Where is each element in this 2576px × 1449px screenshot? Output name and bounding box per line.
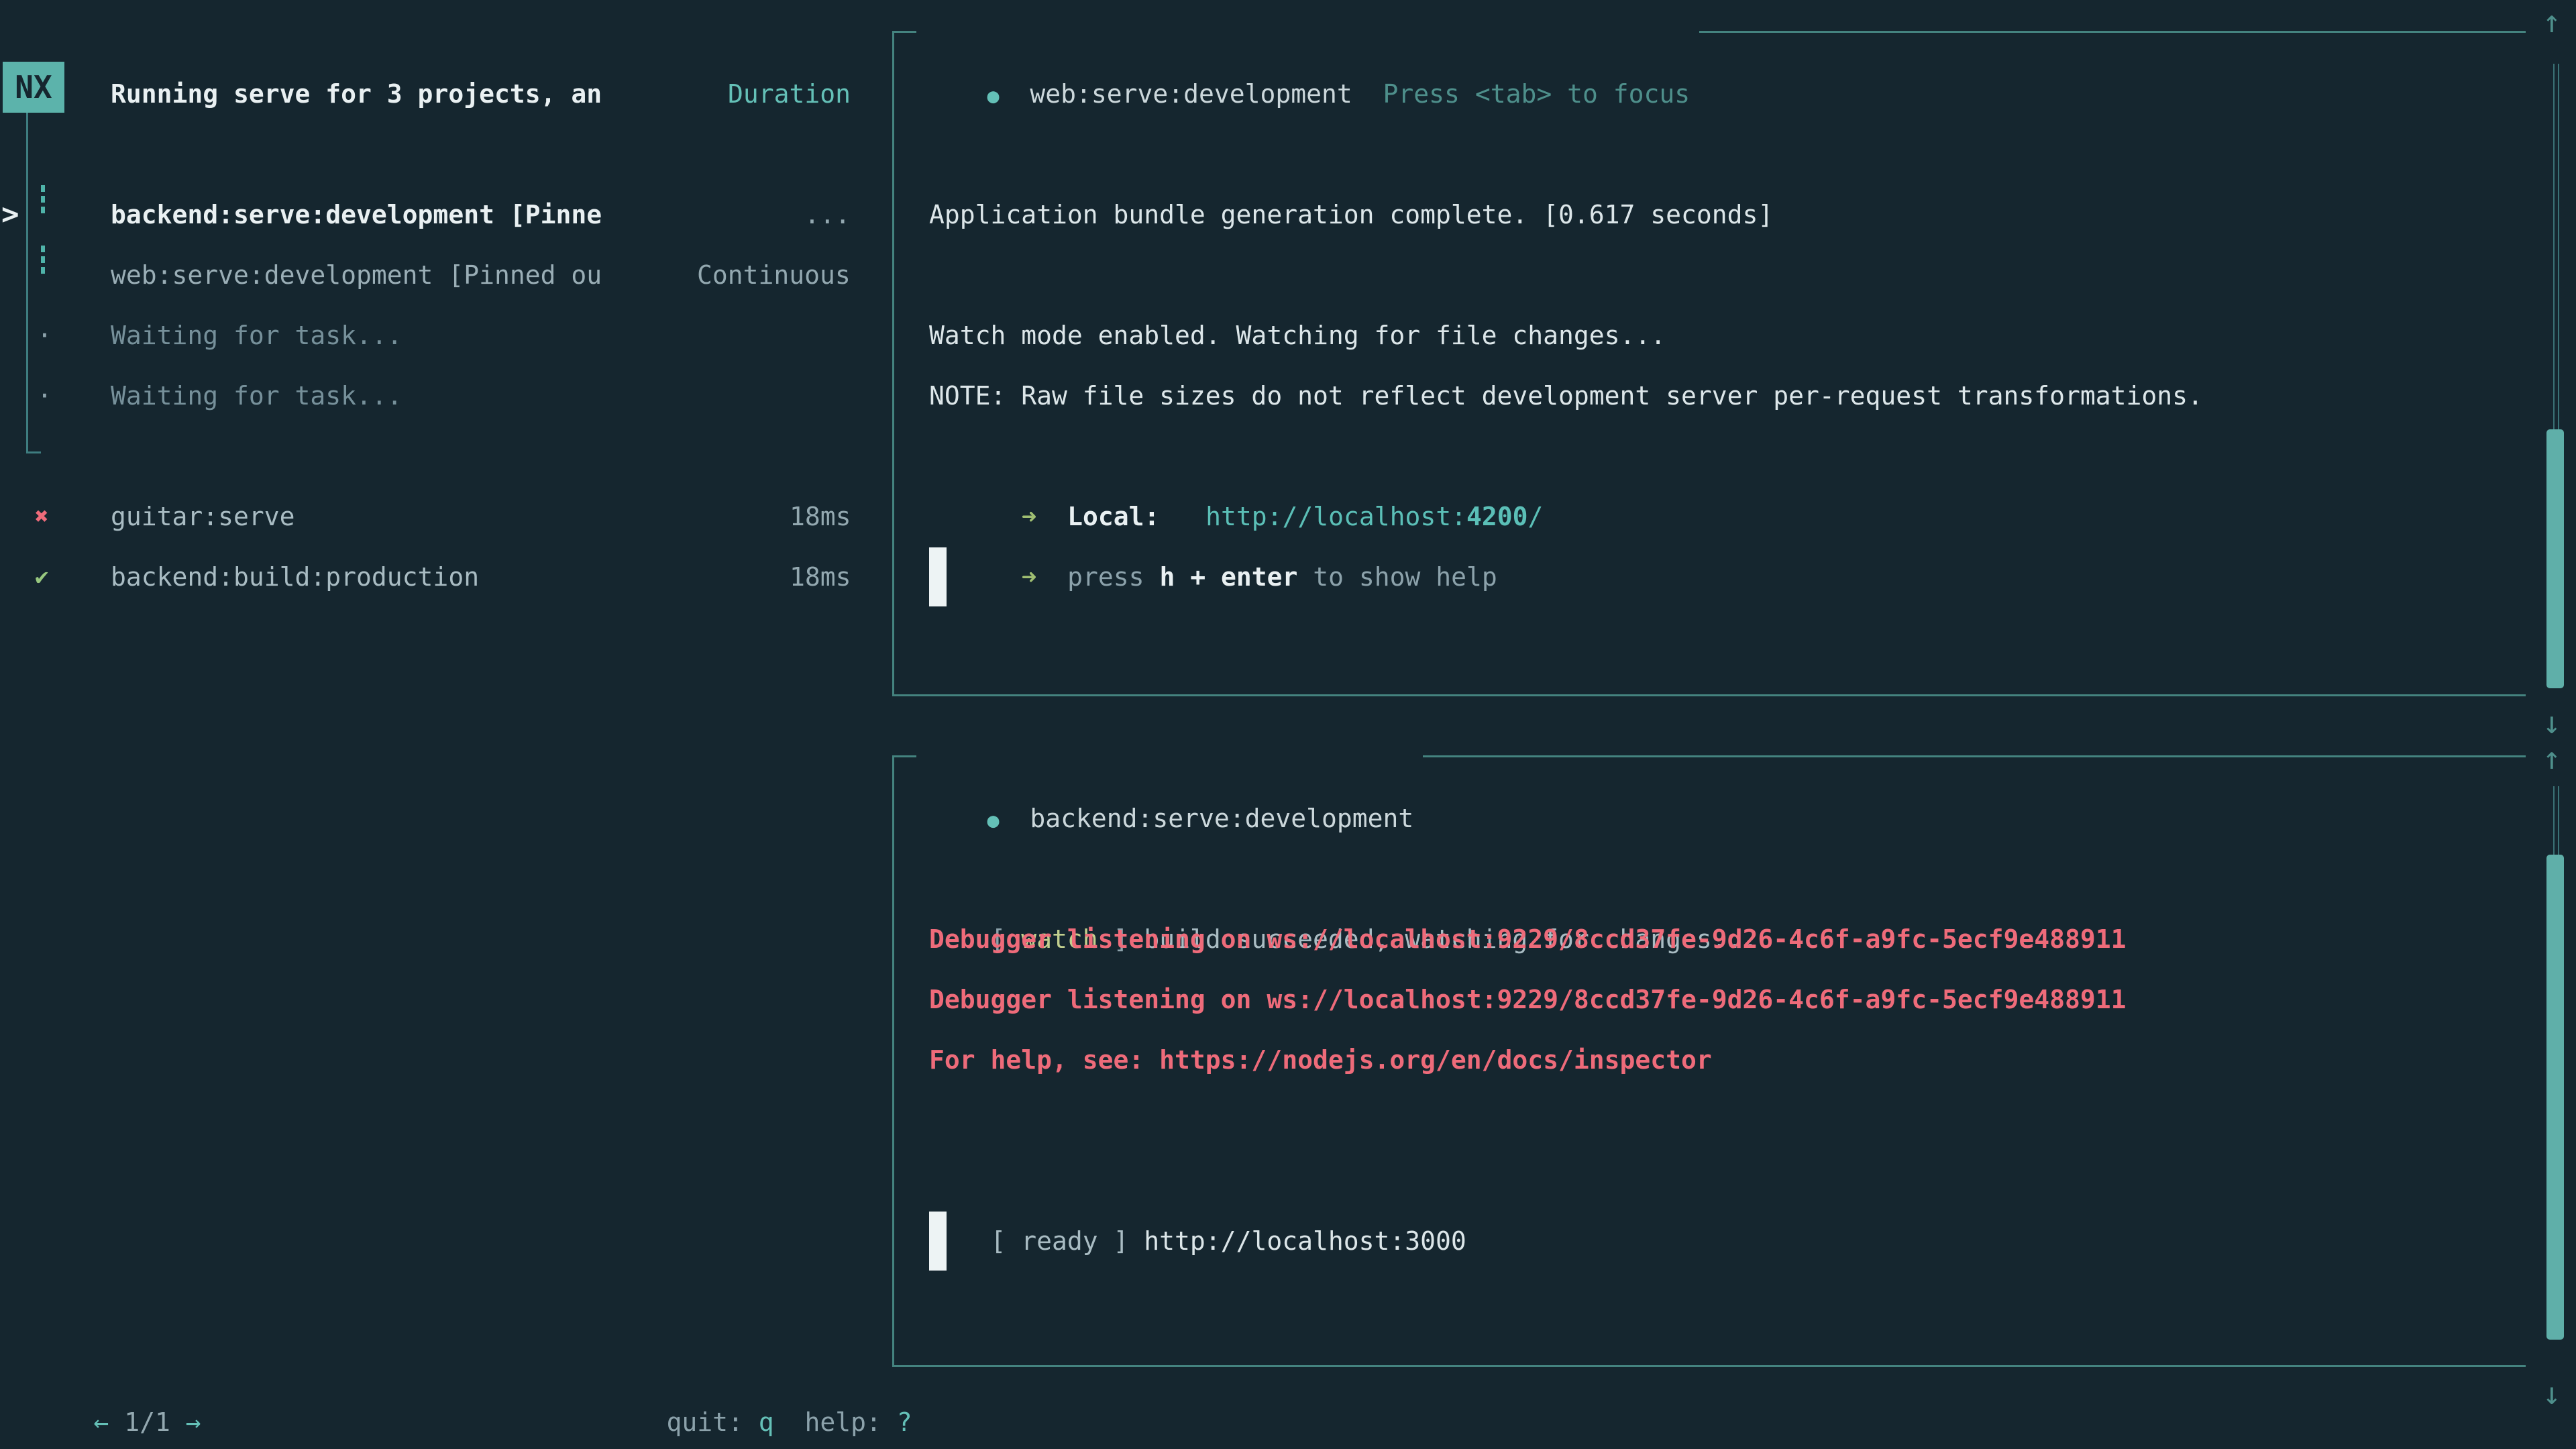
watch-mode-line: Watch mode enabled. Watching for file ch…: [929, 305, 1666, 366]
task-tree-line: [26, 113, 28, 451]
nx-tui-terminal: NX Running serve for 3 projects, an Dura…: [0, 0, 2576, 1449]
scrollbar-track[interactable]: [2553, 64, 2559, 431]
scroll-up-icon[interactable]: ↑: [2542, 728, 2561, 788]
ready-tag: [ ready ]: [991, 1226, 1144, 1256]
arrow-icon: ➜: [1022, 562, 1037, 592]
title-gap: [1000, 79, 1030, 109]
help-keys-line: ➜ press h + enter to show help: [960, 486, 1497, 547]
local-url-slash[interactable]: /: [1528, 502, 1544, 531]
pager-next-icon[interactable]: →: [186, 1407, 201, 1437]
task-tree-corner: [26, 451, 41, 453]
inspector-help-line: For help, see: https://nodejs.org/en/doc…: [929, 1030, 1712, 1090]
pager-page-indicator: 1/1: [109, 1407, 185, 1437]
duration-column-header: Duration: [728, 64, 851, 124]
scrollbar-track[interactable]: [2553, 786, 2559, 856]
task-row-waiting-1[interactable]: Waiting for task...: [111, 305, 402, 366]
waiting-bullet-icon: ·: [37, 366, 52, 426]
task-success-icon: ✔: [35, 547, 48, 607]
pane-status-dot-icon: ●: [987, 85, 1000, 108]
scrollbar-thumb[interactable]: [2546, 855, 2564, 1340]
note-line: NOTE: Raw file sizes do not reflect deve…: [929, 366, 2203, 426]
task-running-indicator-icon: [41, 246, 45, 274]
task-running-indicator-icon: [41, 185, 45, 213]
keyboard-hints-bar: quit: q help: ?: [605, 1332, 912, 1392]
task-row-backend-build-duration: 18ms: [790, 547, 851, 607]
task-row-guitar-serve[interactable]: guitar:serve: [111, 486, 295, 547]
terminal-cursor: [929, 547, 947, 606]
quit-key: q: [759, 1407, 774, 1437]
debugger-listening-line: Debugger listening on ws://localhost:922…: [929, 909, 2126, 969]
pane-status-dot-icon: ●: [987, 809, 1000, 833]
help-key: ?: [897, 1407, 912, 1437]
task-row-backend-serve-duration: ...: [804, 184, 851, 245]
pager-prev-icon[interactable]: ←: [94, 1407, 109, 1437]
hint-separator: [774, 1407, 805, 1437]
pager: ← 1/1 →: [32, 1332, 201, 1392]
nx-logo: NX: [3, 62, 64, 113]
focus-hint: Press <tab> to focus: [1383, 79, 1690, 109]
title-gap: [1000, 804, 1030, 833]
task-row-guitar-serve-duration: 18ms: [790, 486, 851, 547]
quit-hint-label: quit:: [667, 1407, 759, 1437]
task-list-title: Running serve for 3 projects, an: [111, 64, 602, 124]
top-pane-title: ● web:serve:development Press <tab> to f…: [916, 3, 1699, 64]
ready-url-link[interactable]: http://localhost:3000: [1144, 1226, 1466, 1256]
bundle-complete-line: Application bundle generation complete. …: [929, 184, 1773, 245]
task-row-web-serve[interactable]: web:serve:development [Pinned ou: [111, 245, 602, 305]
selected-task-caret-icon: >: [1, 184, 19, 245]
scroll-down-icon[interactable]: ↓: [2542, 1363, 2561, 1424]
help-hint-label: help:: [804, 1407, 896, 1437]
help-pre-text: press: [1067, 562, 1159, 592]
scroll-up-icon[interactable]: ↑: [2542, 0, 2561, 52]
watch-status-line: [ watch ] build succeeded, watching for …: [929, 849, 1758, 909]
gap: [1036, 562, 1067, 592]
bottom-pane-title: ● backend:serve:development: [916, 728, 1423, 788]
local-url-line: ➜ Local: http://localhost:4200/: [960, 426, 1543, 486]
terminal-cursor: [929, 1212, 947, 1271]
help-post-text: to show help: [1297, 562, 1497, 592]
task-failed-icon: ✖: [35, 486, 48, 547]
title-gap: [1352, 79, 1383, 109]
waiting-bullet-icon: ·: [37, 305, 52, 366]
task-row-backend-build[interactable]: backend:build:production: [111, 547, 479, 607]
task-row-waiting-2[interactable]: Waiting for task...: [111, 366, 402, 426]
debugger-listening-line: Debugger listening on ws://localhost:922…: [929, 969, 2126, 1030]
scrollbar-thumb[interactable]: [2546, 429, 2564, 688]
bottom-pane-title-text: backend:serve:development: [1030, 804, 1413, 833]
task-row-web-serve-duration: Continuous: [697, 245, 851, 305]
ready-status-line: [ ready ] http://localhost:3000: [929, 1150, 1466, 1211]
top-pane-title-text: web:serve:development: [1030, 79, 1352, 109]
help-keys-text: h + enter: [1159, 562, 1297, 592]
task-row-backend-serve[interactable]: backend:serve:development [Pinne: [111, 184, 602, 245]
